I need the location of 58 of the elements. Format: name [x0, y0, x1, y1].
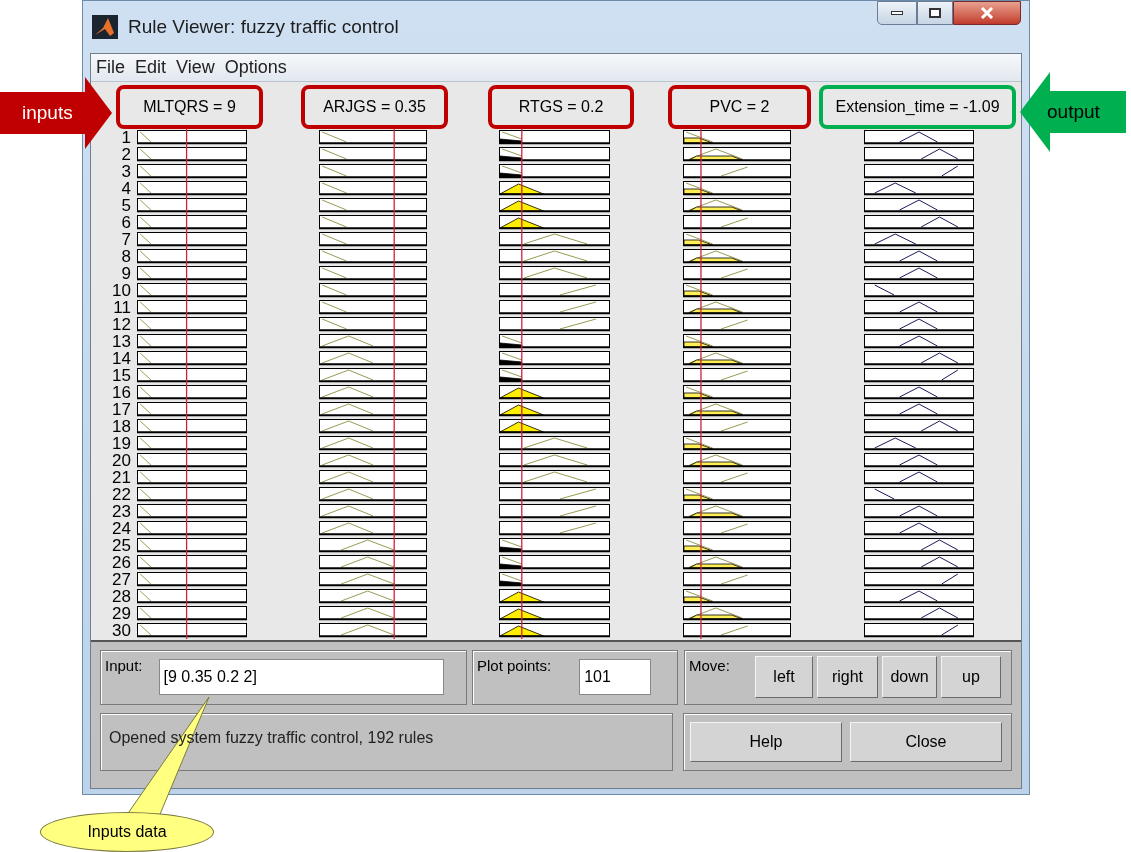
- window-title: Rule Viewer: fuzzy traffic control: [128, 14, 399, 39]
- rule-number: 2: [120, 146, 132, 163]
- rule-number: 30: [111, 622, 132, 639]
- rule-number: 17: [111, 401, 132, 418]
- rule-number: 23: [111, 503, 132, 520]
- inputs-arrow: inputs: [0, 77, 112, 149]
- rule-number: 19: [111, 435, 132, 452]
- rule-number: 29: [111, 605, 132, 622]
- variable-label: Extension_time = -1.09: [819, 85, 1016, 129]
- menu-item[interactable]: Options: [224, 54, 287, 81]
- rule-number: 16: [111, 384, 132, 401]
- close-button[interactable]: [953, 1, 1021, 25]
- rule-number: 15: [111, 367, 132, 384]
- rule-number: 24: [111, 520, 132, 537]
- rule-number: 11: [112, 299, 132, 316]
- rule-number: 8: [120, 248, 132, 265]
- dialog-button[interactable]: Help: [690, 722, 842, 762]
- rule-number: 6: [120, 214, 132, 231]
- rule-number: 12: [111, 316, 132, 333]
- plot-points-label: Plot points:: [477, 656, 552, 676]
- rule-number: 10: [111, 282, 132, 299]
- variable-label: ARJGS = 0.35: [301, 85, 448, 129]
- variable-label: RTGS = 0.2: [488, 85, 634, 129]
- rule-number: 28: [111, 588, 132, 605]
- variable-label: PVC = 2: [668, 85, 811, 129]
- rule-number: 9: [120, 265, 132, 282]
- output-arrow: output: [1020, 72, 1126, 152]
- rule-number: 3: [120, 163, 132, 180]
- move-button[interactable]: down: [882, 656, 937, 698]
- close-icon: [980, 7, 994, 19]
- input-label: Input:: [105, 656, 143, 676]
- rule-number: 4: [120, 180, 132, 197]
- rule-number: 26: [111, 554, 132, 571]
- variable-label: MLTQRS = 9: [116, 85, 263, 129]
- rule-number: 1: [120, 129, 132, 146]
- minimize-button[interactable]: [877, 1, 917, 25]
- move-label: Move:: [689, 656, 731, 676]
- input-field[interactable]: [9 0.35 0.2 2]: [158, 659, 444, 695]
- rule-number: 7: [120, 231, 132, 248]
- rule-number: 20: [111, 452, 132, 469]
- maximize-button[interactable]: [917, 1, 953, 25]
- rule-number: 25: [111, 537, 132, 554]
- move-button[interactable]: right: [817, 656, 878, 698]
- dialog-button[interactable]: Close: [850, 722, 1002, 762]
- move-button[interactable]: up: [941, 656, 1001, 698]
- rule-number: 5: [120, 197, 132, 214]
- callout: Inputs data: [40, 812, 214, 852]
- app-icon: [92, 15, 118, 39]
- move-button[interactable]: left: [755, 656, 813, 698]
- rule-number: 22: [111, 486, 132, 503]
- rule-number: 21: [111, 469, 132, 486]
- menu-item[interactable]: View: [176, 54, 215, 81]
- rule-number: 13: [111, 333, 132, 350]
- rule-number: 18: [111, 418, 132, 435]
- menu-item[interactable]: Edit: [135, 54, 167, 81]
- rule-number: 14: [111, 350, 132, 367]
- rule-number: 27: [111, 571, 132, 588]
- plot-points-field[interactable]: 101: [579, 659, 652, 695]
